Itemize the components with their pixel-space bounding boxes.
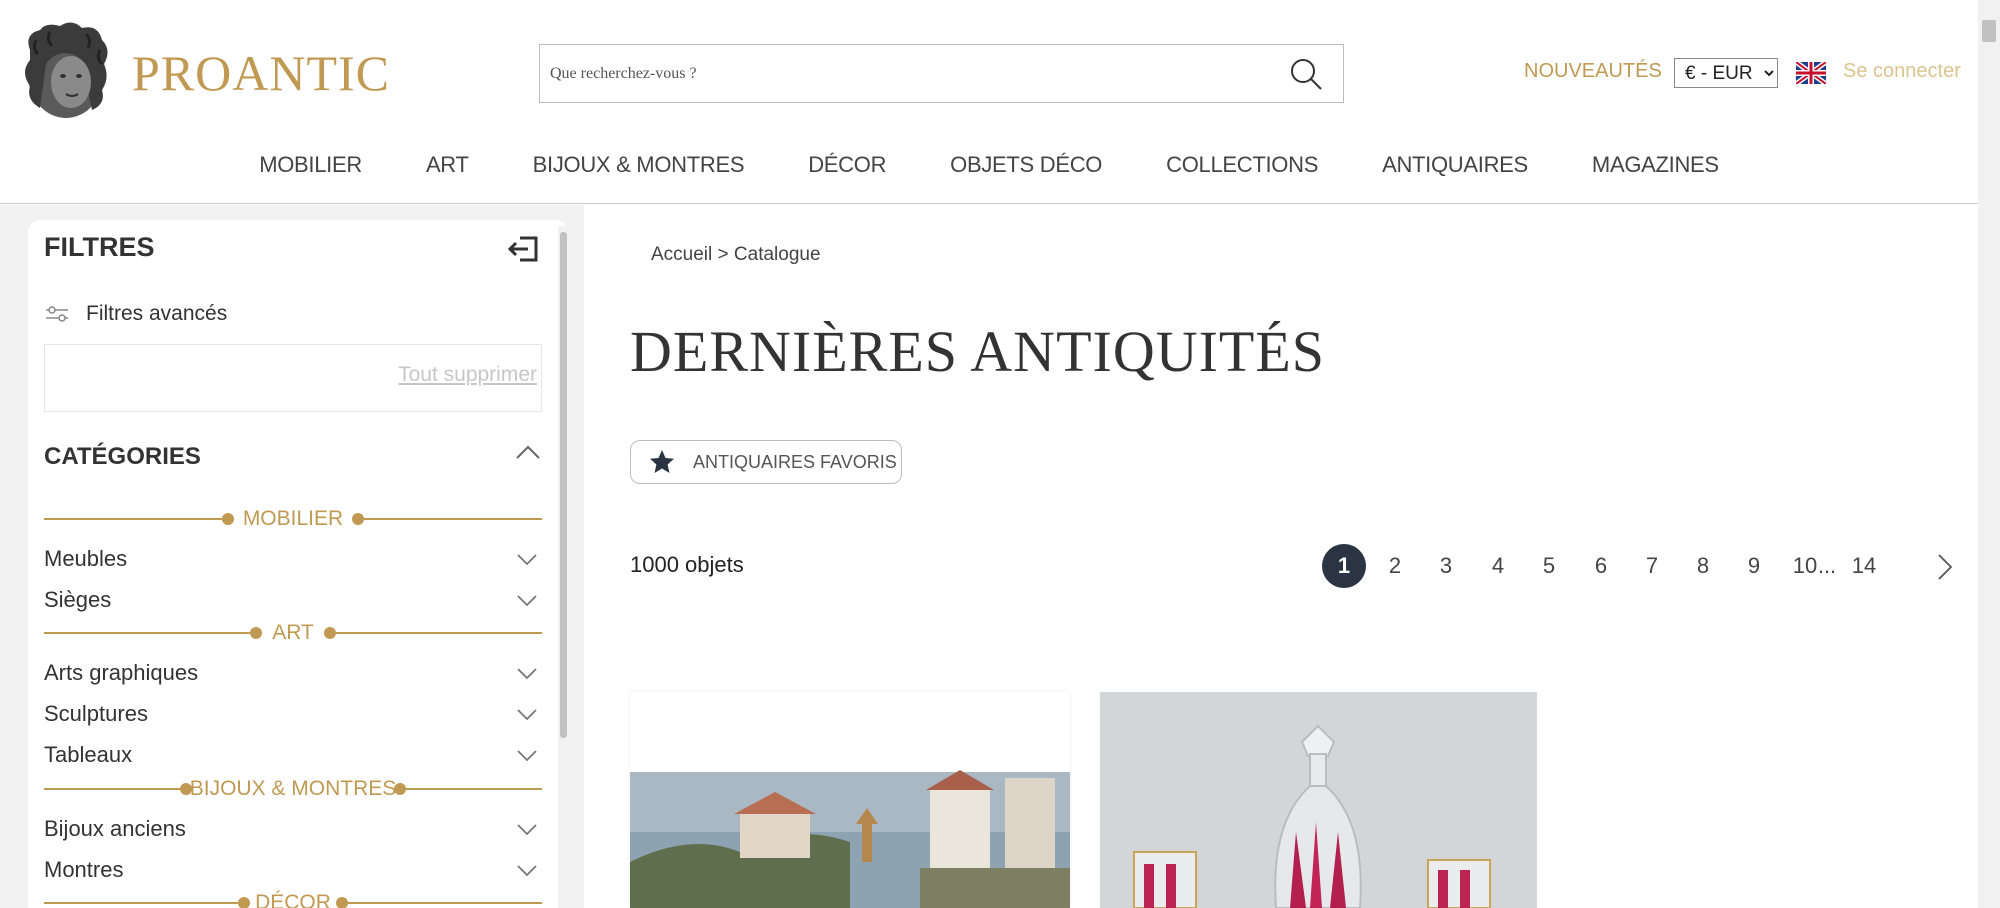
page-9[interactable]: 9 (1732, 544, 1776, 588)
sliders-icon (46, 306, 68, 322)
category-group-label[interactable]: BIJOUX & MONTRES (44, 776, 542, 802)
chevron-down-icon[interactable] (516, 593, 538, 607)
favorite-dealers-label: ANTIQUAIRES FAVORIS (693, 451, 897, 472)
product-image-decanter-set[interactable] (1100, 692, 1537, 908)
page-14[interactable]: 14 (1842, 544, 1886, 588)
page-8[interactable]: 8 (1681, 544, 1725, 588)
chevron-right-icon[interactable] (1934, 552, 1956, 582)
category-divider-bijoux-montres: BIJOUX & MONTRES (44, 776, 542, 802)
nav-item-objets-deco[interactable]: OBJETS DÉCO (918, 148, 1134, 188)
collapse-sidebar-icon[interactable] (506, 232, 540, 266)
medusa-logo-icon[interactable] (16, 20, 116, 124)
page-4[interactable]: 4 (1476, 544, 1520, 588)
category-divider-decor: DÉCOR (44, 890, 542, 908)
breadcrumb[interactable]: Accueil > Catalogue (651, 244, 821, 266)
sidebar-scroll-thumb[interactable] (560, 232, 567, 738)
category-divider-mobilier: MOBILIER (44, 506, 542, 532)
chevron-down-icon[interactable] (516, 822, 538, 836)
new-arrivals-link[interactable]: NOUVEAUTÉS (1524, 60, 1662, 83)
category-item-sieges[interactable]: Sièges (44, 583, 542, 619)
filters-title: FILTRES (44, 232, 155, 262)
category-item-bijoux-anciens[interactable]: Bijoux anciens (44, 812, 542, 848)
advanced-filters-label: Filtres avancés (86, 302, 228, 325)
page-2[interactable]: 2 (1373, 544, 1417, 588)
category-item-meubles[interactable]: Meubles (44, 542, 542, 578)
chevron-down-icon[interactable] (516, 552, 538, 566)
chevron-down-icon[interactable] (516, 666, 538, 680)
uk-flag-icon[interactable] (1796, 62, 1826, 84)
category-item-tableaux[interactable]: Tableaux (44, 738, 542, 774)
currency-select[interactable]: € - EUR (1674, 58, 1778, 88)
page-title: DERNIÈRES ANTIQUITÉS (630, 319, 1326, 384)
page-1[interactable]: 1 (1322, 544, 1366, 588)
category-item-label: Bijoux anciens (44, 816, 186, 841)
nav-item-collections[interactable]: COLLECTIONS (1134, 148, 1350, 188)
nav-item-antiquaires[interactable]: ANTIQUAIRES (1350, 148, 1560, 188)
category-item-label: Montres (44, 857, 124, 882)
category-item-label: Sièges (44, 587, 112, 612)
chevron-down-icon[interactable] (516, 707, 538, 721)
results-count: 1000 objets (630, 552, 744, 577)
clear-all-link[interactable]: Tout supprimer (398, 363, 537, 387)
star-icon (650, 450, 674, 473)
category-item-sculptures[interactable]: Sculptures (44, 697, 542, 733)
nav-item-decor[interactable]: DÉCOR (776, 148, 918, 188)
active-filters-box: Tout supprimer (44, 344, 542, 412)
page: PROANTIC NOUVEAUTÉS € - EUR Se connecter… (0, 0, 2000, 908)
search-icon[interactable] (1289, 57, 1323, 91)
category-group-label[interactable]: DÉCOR (44, 890, 542, 908)
search-input[interactable] (550, 59, 1250, 89)
page-scrollbar[interactable] (1978, 0, 2000, 908)
filters-sidebar: FILTRES Filtres avancés Tout supprimer C… (28, 220, 568, 908)
site-header: PROANTIC NOUVEAUTÉS € - EUR Se connecter… (0, 0, 1978, 204)
main-nav: MOBILIER ART BIJOUX & MONTRES DÉCOR OBJE… (0, 148, 1978, 188)
page-7[interactable]: 7 (1630, 544, 1674, 588)
category-item-label: Arts graphiques (44, 660, 199, 685)
page-3[interactable]: 3 (1424, 544, 1468, 588)
chevron-up-icon[interactable] (514, 442, 542, 462)
pagination-ellipsis: ... (1817, 553, 1837, 578)
product-image-painting[interactable] (630, 692, 1070, 908)
category-item-label: Tableaux (44, 742, 133, 767)
page-6[interactable]: 6 (1579, 544, 1623, 588)
nav-item-art[interactable]: ART (394, 148, 501, 188)
category-item-label: Sculptures (44, 701, 148, 726)
logo-text[interactable]: PROANTIC (132, 44, 390, 102)
page-scroll-thumb[interactable] (1982, 20, 1996, 42)
search-box[interactable] (539, 44, 1344, 103)
category-divider-art: ART (44, 620, 542, 646)
category-group-label[interactable]: ART (44, 620, 542, 646)
login-link[interactable]: Se connecter (1843, 60, 1961, 83)
product-card[interactable] (630, 692, 1070, 908)
chevron-down-icon[interactable] (516, 863, 538, 877)
category-item-montres[interactable]: Montres (44, 853, 542, 889)
product-card[interactable] (1100, 692, 1537, 908)
category-item-label: Meubles (44, 546, 128, 571)
category-group-label[interactable]: MOBILIER (44, 506, 542, 532)
chevron-down-icon[interactable] (516, 748, 538, 762)
nav-item-mobilier[interactable]: MOBILIER (227, 148, 394, 188)
category-item-arts-graphiques[interactable]: Arts graphiques (44, 656, 542, 692)
advanced-filters-button[interactable]: Filtres avancés (44, 302, 227, 326)
nav-item-bijoux-montres[interactable]: BIJOUX & MONTRES (501, 148, 777, 188)
page-5[interactable]: 5 (1527, 544, 1571, 588)
categories-title[interactable]: CATÉGORIES (44, 443, 201, 471)
favorite-dealers-button[interactable]: ANTIQUAIRES FAVORIS (630, 440, 902, 484)
nav-item-magazines[interactable]: MAGAZINES (1560, 148, 1751, 188)
